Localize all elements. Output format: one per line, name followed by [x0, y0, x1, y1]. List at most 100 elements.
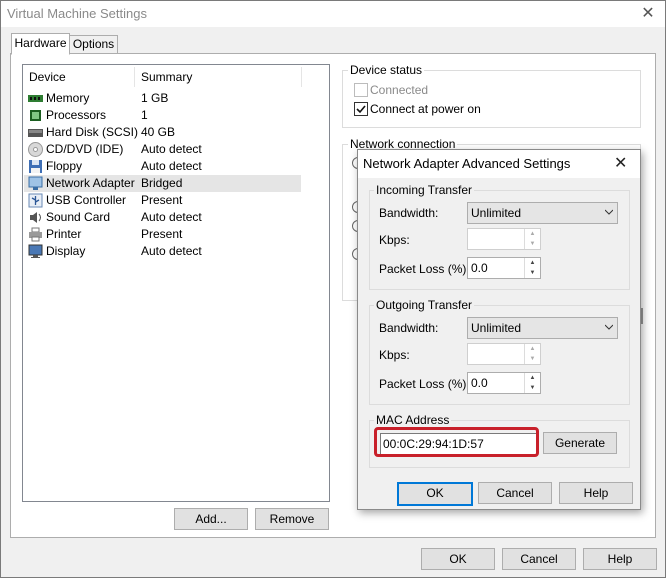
incoming-kbps-spinner[interactable]: ▲ ▼ — [467, 228, 541, 250]
mac-highlight-box — [374, 427, 539, 457]
spinner-buttons: ▲ ▼ — [524, 258, 540, 278]
mac-address-label: MAC Address — [374, 413, 452, 427]
title-bar: Virtual Machine Settings ✕ — [1, 1, 665, 27]
device-summary: Auto detect — [141, 210, 202, 224]
outgoing-packet-loss-value: 0.0 — [471, 376, 488, 390]
spin-up-icon[interactable]: ▲ — [525, 373, 540, 383]
incoming-packet-loss-value: 0.0 — [471, 261, 488, 275]
outgoing-packet-loss-spinner[interactable]: 0.0 ▲ ▼ — [467, 372, 541, 394]
spin-down-icon[interactable]: ▼ — [525, 239, 540, 249]
chevron-down-icon — [605, 324, 613, 330]
device-summary: Present — [141, 227, 183, 241]
outgoing-bandwidth-value: Unlimited — [471, 321, 522, 335]
checkmark-icon — [356, 105, 366, 114]
network-adapter-icon — [28, 176, 43, 190]
help-button[interactable]: Help — [583, 548, 657, 570]
cancel-button[interactable]: Cancel — [502, 548, 576, 570]
device-row-cd-dvd[interactable]: CD/DVD (IDE) Auto detect — [24, 141, 301, 158]
device-row-network-adapter[interactable]: Network Adapter Bridged — [24, 175, 301, 192]
device-summary: Present — [141, 193, 183, 207]
device-row-sound-card[interactable]: Sound Card Auto detect — [24, 209, 301, 226]
device-row-display[interactable]: Display Auto detect — [24, 243, 301, 260]
connect-at-power-on-checkbox[interactable] — [354, 102, 368, 116]
device-summary: Auto detect — [141, 244, 202, 258]
incoming-kbps-label: Kbps: — [379, 233, 410, 247]
device-name: Display — [46, 244, 86, 258]
generate-mac-button[interactable]: Generate — [543, 432, 617, 454]
outgoing-transfer-label: Outgoing Transfer — [374, 298, 475, 312]
device-row-memory[interactable]: Memory 1 GB — [24, 90, 301, 107]
sound-card-icon — [30, 212, 41, 223]
ok-button[interactable]: OK — [421, 548, 495, 570]
dialog-title: Network Adapter Advanced Settings — [363, 156, 571, 171]
window-title: Virtual Machine Settings — [7, 6, 147, 21]
spinner-buttons: ▲ ▼ — [524, 344, 540, 364]
tab-hardware[interactable]: Hardware — [11, 33, 70, 55]
device-name: Hard Disk (SCSI) — [46, 125, 139, 139]
connect-at-power-on-label: Connect at power on — [370, 102, 481, 116]
column-separator[interactable] — [134, 67, 135, 87]
outgoing-kbps-spinner[interactable]: ▲ ▼ — [467, 343, 541, 365]
add-device-button[interactable]: Add... — [174, 508, 248, 530]
outgoing-bandwidth-label: Bandwidth: — [379, 321, 439, 335]
device-status-label: Device status — [348, 63, 425, 77]
incoming-bandwidth-label: Bandwidth: — [379, 206, 439, 220]
tab-options[interactable]: Options — [69, 35, 118, 55]
device-summary: 1 — [141, 108, 148, 122]
device-name: USB Controller — [46, 193, 127, 207]
column-header-summary[interactable]: Summary — [141, 65, 192, 89]
dialog-title-bar: Network Adapter Advanced Settings ✕ — [358, 150, 640, 178]
spin-up-icon[interactable]: ▲ — [525, 229, 540, 239]
device-summary: Auto detect — [141, 159, 202, 173]
dialog-close-icon[interactable]: ✕ — [614, 153, 627, 173]
connected-checkbox[interactable] — [354, 83, 368, 97]
cd-dvd-icon — [28, 142, 43, 157]
device-name: CD/DVD (IDE) — [46, 142, 124, 156]
outgoing-kbps-label: Kbps: — [379, 348, 410, 362]
device-row-usb-controller[interactable]: USB Controller Present — [24, 192, 301, 209]
printer-icon — [29, 227, 42, 242]
outgoing-packet-loss-label: Packet Loss (%): — [379, 377, 470, 391]
dialog-help-button[interactable]: Help — [559, 482, 633, 504]
device-row-hard-disk[interactable]: Hard Disk (SCSI) 40 GB — [24, 124, 301, 141]
usb-icon — [28, 193, 43, 208]
processor-icon — [30, 110, 41, 121]
spin-down-icon[interactable]: ▼ — [525, 268, 540, 278]
spin-down-icon[interactable]: ▼ — [525, 354, 540, 364]
incoming-packet-loss-label: Packet Loss (%): — [379, 262, 470, 276]
spinner-buttons: ▲ ▼ — [524, 229, 540, 249]
connected-label: Connected — [370, 83, 429, 97]
spin-up-icon[interactable]: ▲ — [525, 258, 540, 268]
incoming-packet-loss-spinner[interactable]: 0.0 ▲ ▼ — [467, 257, 541, 279]
device-row-floppy[interactable]: Floppy Auto detect — [24, 158, 301, 175]
device-status-group — [342, 70, 641, 128]
device-name: Printer — [46, 227, 82, 241]
remove-device-button[interactable]: Remove — [255, 508, 329, 530]
device-row-printer[interactable]: Printer Present — [24, 226, 301, 243]
window-close-icon[interactable]: ✕ — [637, 3, 659, 25]
spin-down-icon[interactable]: ▼ — [525, 383, 540, 393]
device-summary: 40 GB — [141, 125, 176, 139]
device-summary: 1 GB — [141, 91, 169, 105]
device-name: Network Adapter — [46, 176, 135, 190]
device-name: Floppy — [46, 159, 83, 173]
device-name: Processors — [46, 108, 107, 122]
incoming-bandwidth-dropdown[interactable]: Unlimited — [467, 202, 618, 224]
column-separator[interactable] — [301, 67, 302, 87]
memory-icon — [28, 95, 43, 102]
column-header-device[interactable]: Device — [29, 65, 66, 89]
device-summary: Auto detect — [141, 142, 202, 156]
device-summary: Bridged — [141, 176, 183, 190]
spin-up-icon[interactable]: ▲ — [525, 344, 540, 354]
floppy-icon — [29, 160, 42, 173]
outgoing-bandwidth-dropdown[interactable]: Unlimited — [467, 317, 618, 339]
hard-disk-icon — [28, 129, 43, 137]
dialog-cancel-button[interactable]: Cancel — [478, 482, 552, 504]
device-row-processors[interactable]: Processors 1 — [24, 107, 301, 124]
incoming-transfer-label: Incoming Transfer — [374, 183, 475, 197]
device-name: Memory — [46, 91, 90, 105]
chevron-down-icon — [605, 209, 613, 215]
dialog-ok-button[interactable]: OK — [397, 482, 473, 506]
incoming-bandwidth-value: Unlimited — [471, 206, 522, 220]
device-list[interactable]: Device Summary Memory 1 GB Processors 1 … — [22, 64, 330, 502]
